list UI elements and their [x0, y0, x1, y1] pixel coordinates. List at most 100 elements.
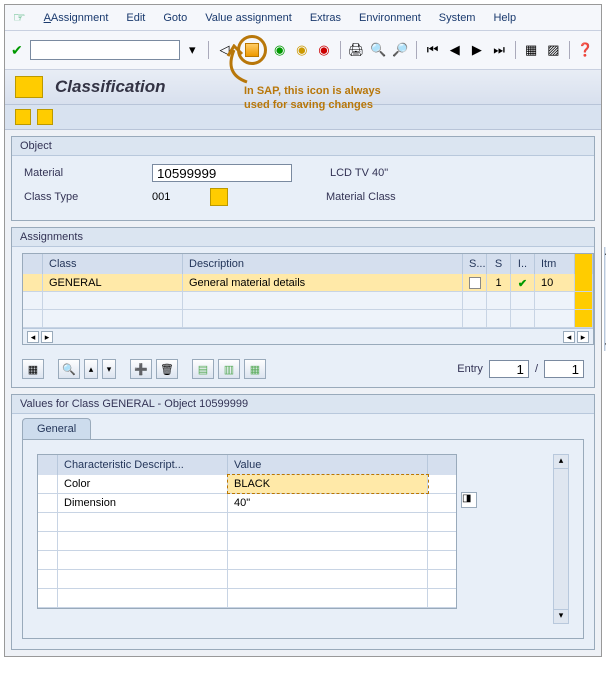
cell-itm: 10 [535, 274, 575, 292]
new-entry-button[interactable]: ▦ [22, 359, 44, 379]
menu-edit[interactable]: Edit [126, 12, 145, 24]
menu-value-assignment[interactable]: Value assignment [205, 12, 292, 24]
scroll-left-end-icon[interactable]: ◂ [563, 331, 575, 343]
entry-label: Entry [457, 363, 483, 375]
sap-menu-icon[interactable]: ☞ [13, 9, 26, 26]
menubar: ☞ AAssignment Edit Goto Value assignment… [5, 5, 601, 31]
delete-row-button[interactable]: 🗑 [156, 359, 178, 379]
select-all-button[interactable]: ▤ [192, 359, 214, 379]
insert-row-button[interactable]: ➕ [130, 359, 152, 379]
char-desc: Color [58, 475, 228, 493]
table-row[interactable] [38, 589, 456, 608]
material-label: Material [24, 167, 144, 179]
entry-separator: / [535, 363, 538, 375]
tab-general[interactable]: General [22, 418, 91, 439]
assignments-panel: Assignments Class Description S... S I..… [11, 227, 595, 388]
prev-page-icon[interactable]: ◀ [445, 40, 464, 60]
classtype-value: 001 [152, 191, 202, 203]
assignments-panel-title: Assignments [12, 228, 594, 247]
col-s2[interactable]: S [487, 254, 511, 274]
table-row[interactable] [38, 570, 456, 589]
col-selector[interactable] [23, 254, 43, 274]
enter-icon[interactable]: ✔ [11, 42, 23, 59]
col-s1[interactable]: S... [463, 254, 487, 274]
table-row[interactable]: Dimension 40" [38, 494, 456, 513]
col-class[interactable]: Class [43, 254, 183, 274]
col-config-icon[interactable] [575, 254, 593, 274]
menu-goto[interactable]: Goto [163, 12, 187, 24]
command-field[interactable] [30, 40, 180, 60]
menu-system[interactable]: System [439, 12, 476, 24]
menu-environment[interactable]: Environment [359, 12, 421, 24]
sort-desc-button[interactable]: ▾ [102, 359, 116, 379]
table-row[interactable] [38, 551, 456, 570]
table-row[interactable]: GENERAL General material details 1 ✔ 10 [23, 274, 593, 292]
first-page-icon[interactable]: ⏮ [423, 40, 442, 60]
detail-button[interactable]: 🔍 [58, 359, 80, 379]
char-value-editing[interactable]: BLACK [228, 475, 428, 493]
char-col-value[interactable]: Value [228, 455, 428, 475]
deselect-all-button[interactable]: ▥ [218, 359, 240, 379]
entry-current-input[interactable] [489, 360, 529, 378]
standard-toolbar: ✔ ▾ ◁ ◉ ◉ ◉ 🖨 🔍 🔎 ⏮ ◀ ▶ ⏭ ▦ ▨ ❓ [5, 31, 601, 70]
cell-class: GENERAL [43, 274, 183, 292]
scroll-down-icon[interactable]: ▾ [554, 609, 568, 623]
find-icon[interactable]: 🔍 [369, 40, 388, 60]
cell-s2: 1 [487, 274, 511, 292]
material-description: LCD TV 40" [330, 167, 388, 179]
shortcut-icon[interactable]: ▨ [544, 40, 563, 60]
assignments-grid: Class Description S... S I.. Itm GENERAL… [22, 253, 594, 345]
cell-desc: General material details [183, 274, 463, 292]
col-s3[interactable]: I.. [511, 254, 535, 274]
scroll-right-end-icon[interactable]: ▸ [577, 331, 589, 343]
help-icon[interactable]: ❓ [576, 40, 595, 60]
grid-hscroll[interactable]: ◂ ▸ ◂ ▸ [23, 328, 593, 344]
back-icon[interactable]: ◁ [215, 40, 234, 60]
values-vscroll[interactable]: ▴ ▾ [553, 454, 569, 624]
exit-icon[interactable]: ◉ [292, 40, 311, 60]
menu-assignment[interactable]: AAssignment [44, 12, 109, 24]
cancel-icon[interactable]: ◉ [314, 40, 333, 60]
object-panel-title: Object [12, 137, 594, 156]
scroll-left-icon[interactable]: ◂ [27, 331, 39, 343]
annotation-text: In SAP, this icon is alwaysused for savi… [244, 84, 381, 113]
col-itm[interactable]: Itm [535, 254, 575, 274]
dropdown-icon[interactable]: ▾ [183, 40, 202, 60]
char-value[interactable]: 40" [228, 494, 428, 512]
app-icon [15, 76, 43, 98]
char-desc: Dimension [58, 494, 228, 512]
last-page-icon[interactable]: ⏭ [489, 40, 508, 60]
new-session-icon[interactable]: ▦ [522, 40, 541, 60]
save-button[interactable] [242, 40, 262, 60]
subtool-button-1[interactable] [15, 109, 31, 125]
table-row[interactable] [23, 292, 593, 310]
table-row[interactable] [23, 310, 593, 328]
col-description[interactable]: Description [183, 254, 463, 274]
back-green-icon[interactable]: ◉ [270, 40, 289, 60]
select-block-button[interactable]: ▦ [244, 359, 266, 379]
characteristics-grid: Characteristic Descript... Value Color B… [37, 454, 457, 609]
print-icon[interactable]: 🖨 [347, 40, 366, 60]
entry-total-input [544, 360, 584, 378]
material-input[interactable] [152, 164, 292, 182]
subtool-button-2[interactable] [37, 109, 53, 125]
table-row[interactable] [38, 532, 456, 551]
page-title: Classification [55, 77, 166, 97]
char-col-desc[interactable]: Characteristic Descript... [58, 455, 228, 475]
classtype-f4-button[interactable] [210, 188, 228, 206]
find-next-icon[interactable]: 🔎 [391, 40, 410, 60]
value-f4-button[interactable]: ◨ [461, 492, 477, 508]
next-page-icon[interactable]: ▶ [467, 40, 486, 60]
table-row[interactable]: Color BLACK [38, 475, 456, 494]
cell-checkbox[interactable] [469, 277, 481, 289]
menu-extras[interactable]: Extras [310, 12, 341, 24]
sort-asc-button[interactable]: ▴ [84, 359, 98, 379]
char-col-selector[interactable] [38, 455, 58, 475]
save-highlight-circle [237, 35, 267, 65]
assignments-toolbar: ▦ 🔍 ▴ ▾ ➕ 🗑 ▤ ▥ ▦ Entry / [22, 359, 584, 379]
scroll-right-icon[interactable]: ▸ [41, 331, 53, 343]
table-row[interactable] [38, 513, 456, 532]
scroll-up-icon[interactable]: ▴ [554, 455, 568, 469]
menu-help[interactable]: Help [493, 12, 516, 24]
values-panel: Values for Class GENERAL - Object 105999… [11, 394, 595, 650]
